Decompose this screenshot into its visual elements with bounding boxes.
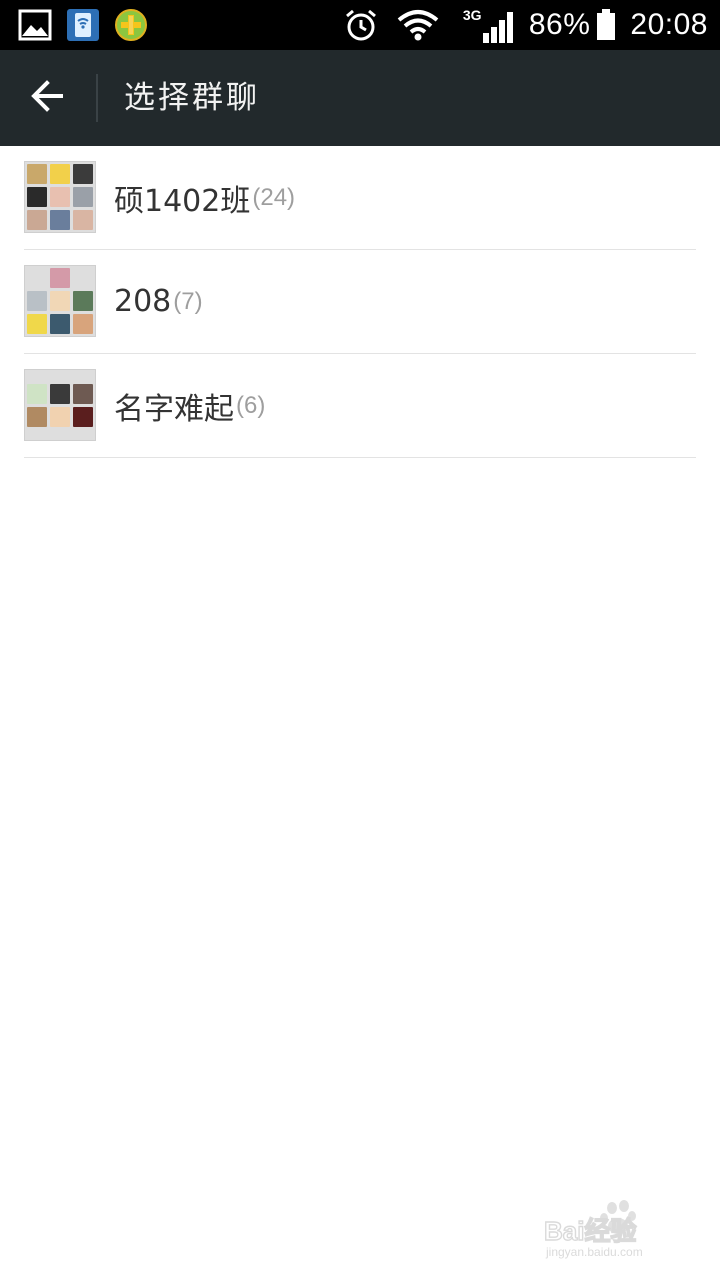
group-list-item[interactable]: 名字难起 (6) xyxy=(24,354,696,458)
group-name: 硕1402班 xyxy=(114,183,251,219)
group-list-item[interactable]: 硕1402班 (24) xyxy=(24,146,696,250)
baidu-jingyan-watermark: Bai经验 jingyan.baidu.com xyxy=(542,1198,682,1260)
wifi-transfer-app-icon xyxy=(66,8,100,42)
battery-icon xyxy=(596,9,616,41)
battery-percent: 86% xyxy=(528,8,591,41)
back-button[interactable] xyxy=(0,50,96,146)
group-name: 208 xyxy=(114,284,172,319)
arrow-left-icon xyxy=(30,80,66,116)
clock: 20:08 xyxy=(630,8,708,41)
alarm-icon xyxy=(343,7,379,43)
health-plus-app-icon xyxy=(114,8,148,42)
group-list-item[interactable]: 208 (7) xyxy=(24,250,696,354)
group-avatar xyxy=(24,161,96,233)
watermark-brand: Bai经验 xyxy=(544,1216,636,1246)
gallery-icon xyxy=(18,8,52,42)
page-title: 选择群聊 xyxy=(124,80,260,116)
group-chat-list: 硕1402班 (24) 208 (7) 名字难起 (6) xyxy=(0,146,720,458)
action-bar-divider xyxy=(96,74,98,122)
select-group-chat-screen: 3G 86% 20:08 选择群聊 硕1402班 (24) 208 (7) 名字… xyxy=(0,0,720,1280)
status-bar: 3G 86% 20:08 xyxy=(0,0,720,50)
member-count: (6) xyxy=(236,391,266,419)
action-bar: 选择群聊 xyxy=(0,50,720,146)
group-name: 名字难起 xyxy=(114,391,234,427)
signal-3g-icon: 3G xyxy=(463,7,517,43)
watermark-url: jingyan.baidu.com xyxy=(545,1245,643,1259)
group-avatar xyxy=(24,369,96,441)
wifi-icon xyxy=(397,8,439,42)
member-count: (24) xyxy=(252,183,296,211)
network-type-label: 3G xyxy=(462,7,482,23)
group-avatar xyxy=(24,265,96,337)
member-count: (7) xyxy=(173,287,203,315)
